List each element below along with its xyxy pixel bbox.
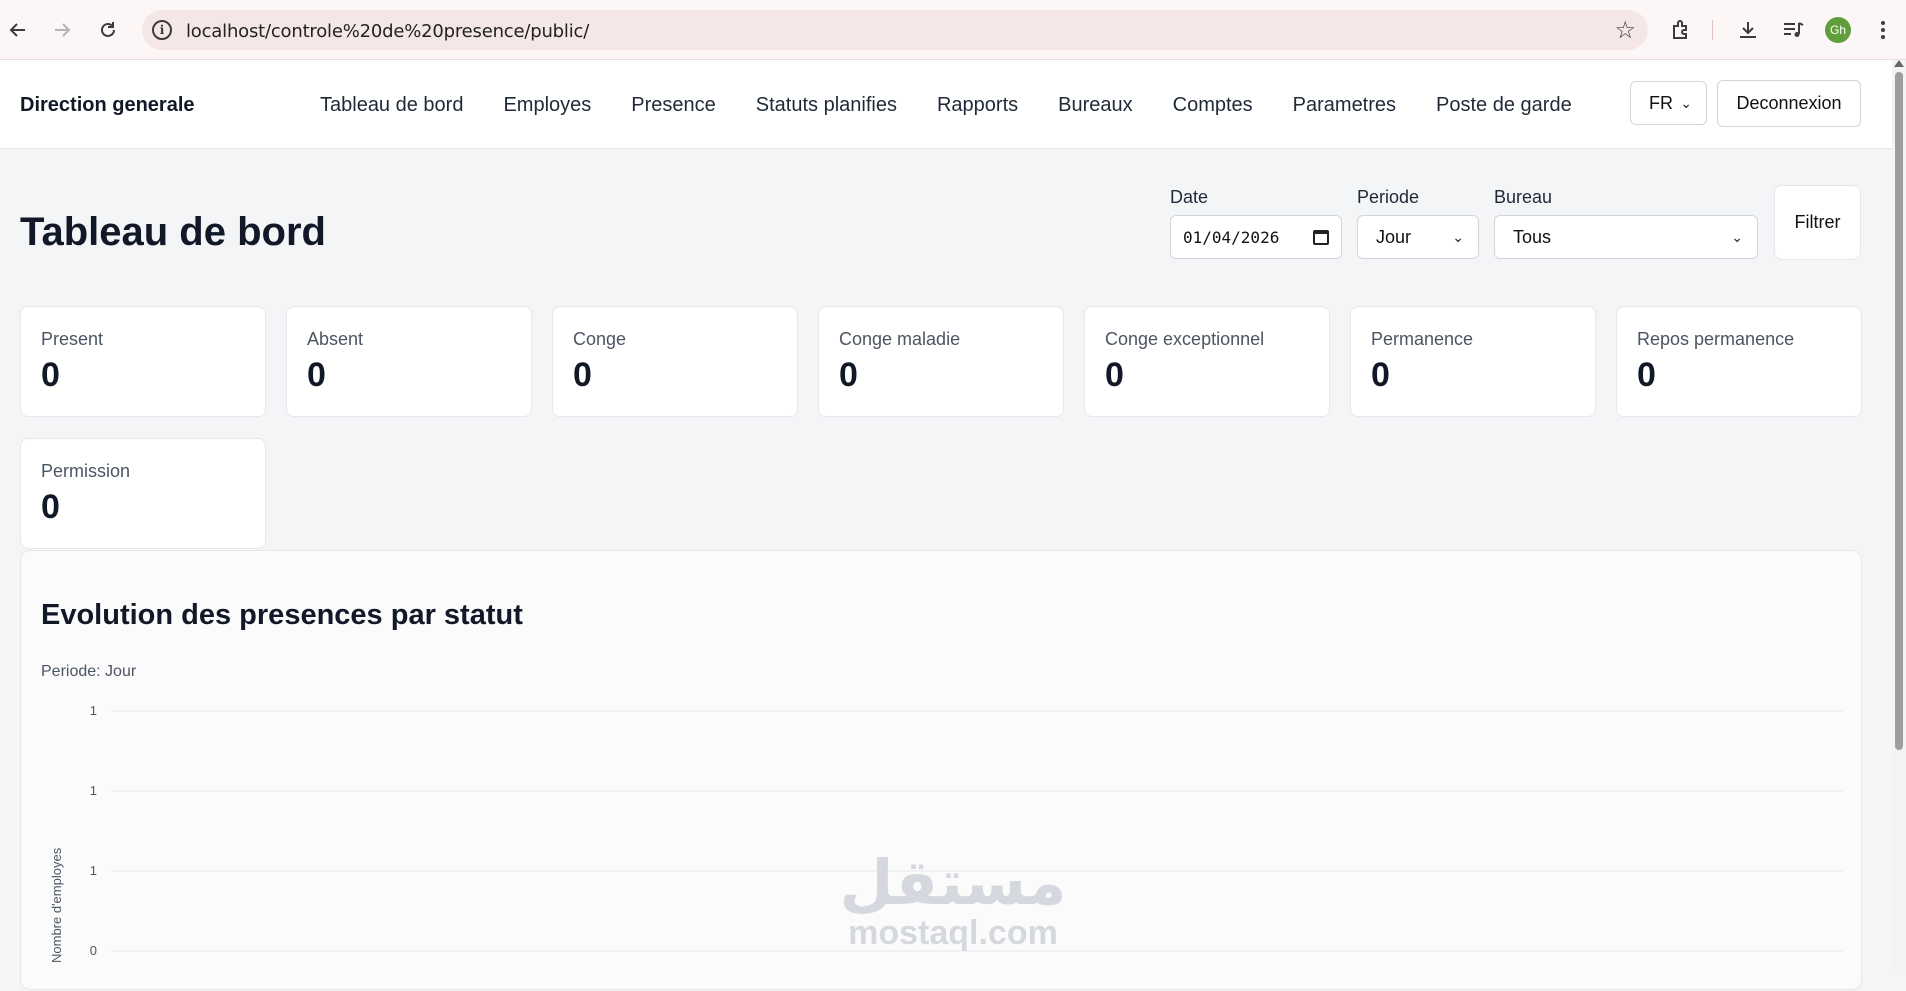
stat-value: 0 — [41, 356, 60, 394]
chart-y-tick-label: 1 — [90, 703, 97, 718]
period-value: Jour — [1376, 226, 1412, 247]
nav-item-employees[interactable]: Employes — [483, 94, 611, 117]
watermark-arabic: مستقل — [839, 846, 1067, 919]
stat-card-exceptional-leave: Conge exceptionnel 0 — [1084, 306, 1330, 417]
scroll-thumb[interactable] — [1895, 72, 1903, 750]
chart-y-tick-label: 1 — [90, 863, 97, 878]
period-filter: Periode Jour ⌄ — [1357, 187, 1479, 259]
office-select[interactable]: Tous ⌄ — [1494, 215, 1758, 259]
nav-item-settings[interactable]: Parametres — [1273, 94, 1416, 117]
date-filter: Date 01/04/2026 — [1170, 187, 1342, 259]
stat-label: Conge maladie — [839, 329, 961, 349]
period-label: Periode — [1357, 187, 1420, 207]
chart-y-tick-label: 1 — [90, 783, 97, 798]
url-text[interactable]: localhost/controle%20de%20presence/publi… — [186, 21, 589, 42]
stat-value: 0 — [573, 356, 592, 394]
browser-toolbar: i localhost/controle%20de%20presence/pub… — [0, 0, 1906, 60]
stat-value: 0 — [1637, 356, 1656, 394]
info-icon[interactable]: i — [152, 20, 172, 40]
stat-label: Conge exceptionnel — [1105, 329, 1265, 349]
stat-value: 0 — [1371, 356, 1390, 394]
calendar-icon[interactable] — [1313, 229, 1329, 245]
chart-y-axis-label: Nombre d'employes — [49, 847, 64, 963]
chevron-down-icon: ⌄ — [1680, 94, 1692, 111]
stat-card-leave: Conge 0 — [552, 306, 798, 417]
page-title: Tableau de bord — [20, 210, 326, 254]
nav-item-planned-statuses[interactable]: Statuts planifies — [736, 94, 917, 117]
nav-item-guard-post[interactable]: Poste de garde — [1416, 94, 1592, 117]
logout-button[interactable]: Deconnexion — [1717, 80, 1861, 127]
app-navbar: Direction generale Tableau de bord Emplo… — [0, 60, 1892, 149]
forward-icon[interactable] — [46, 14, 78, 46]
language-value: FR — [1649, 92, 1673, 113]
stat-card-sick-leave: Conge maladie 0 — [818, 306, 1064, 417]
office-label: Bureau — [1494, 187, 1553, 207]
chevron-down-icon: ⌄ — [1731, 228, 1743, 245]
extensions-icon[interactable] — [1666, 15, 1696, 45]
watermark-latin: mostaql.com — [848, 914, 1058, 952]
address-bar[interactable]: i localhost/controle%20de%20presence/pub… — [142, 10, 1648, 50]
stat-label: Present — [41, 329, 104, 349]
brand-title[interactable]: Direction generale — [20, 94, 195, 117]
date-value: 01/04/2026 — [1183, 227, 1280, 247]
page-scrollbar[interactable] — [1892, 60, 1906, 970]
back-icon[interactable] — [2, 14, 34, 46]
chevron-down-icon: ⌄ — [1452, 228, 1464, 245]
stat-label: Repos permanence — [1637, 329, 1795, 349]
stat-label: Permission — [41, 461, 131, 481]
stat-card-on-duty: Permanence 0 — [1350, 306, 1596, 417]
menu-icon[interactable] — [1868, 15, 1898, 45]
main-menu: Tableau de bord Employes Presence Statut… — [300, 94, 1592, 117]
nav-item-dashboard[interactable]: Tableau de bord — [300, 94, 483, 117]
nav-item-offices[interactable]: Bureaux — [1038, 94, 1153, 117]
stat-label: Absent — [307, 329, 364, 349]
stat-value: 0 — [839, 356, 858, 394]
office-filter: Bureau Tous ⌄ — [1494, 187, 1758, 259]
period-select[interactable]: Jour ⌄ — [1357, 215, 1479, 259]
chart-title: Evolution des presences par statut — [41, 599, 523, 631]
stat-card-present: Present 0 — [20, 306, 266, 417]
star-icon[interactable]: ☆ — [1614, 16, 1636, 45]
stat-value: 0 — [1105, 356, 1124, 394]
date-input[interactable]: 01/04/2026 — [1170, 215, 1342, 259]
stat-value: 0 — [41, 488, 60, 526]
download-icon[interactable] — [1733, 15, 1763, 45]
watermark: مستقل mostaql.com — [836, 846, 1070, 952]
scroll-up-icon[interactable] — [1894, 60, 1904, 67]
stat-label: Conge — [573, 329, 627, 349]
profile-avatar[interactable]: Gh — [1825, 17, 1851, 43]
date-label: Date — [1170, 187, 1209, 207]
stat-card-permission: Permission 0 — [20, 438, 266, 549]
filter-button[interactable]: Filtrer — [1774, 185, 1861, 260]
stat-value: 0 — [307, 356, 326, 394]
media-icon[interactable] — [1778, 15, 1808, 45]
stat-card-absent: Absent 0 — [286, 306, 532, 417]
reload-icon[interactable] — [92, 14, 124, 46]
language-select[interactable]: FR ⌄ — [1630, 81, 1707, 125]
office-value: Tous — [1513, 226, 1552, 247]
chart-subtitle: Periode: Jour — [41, 663, 137, 680]
toolbar-separator — [1712, 20, 1713, 40]
nav-item-reports[interactable]: Rapports — [917, 94, 1038, 117]
nav-item-accounts[interactable]: Comptes — [1153, 94, 1273, 117]
stat-card-duty-rest: Repos permanence 0 — [1616, 306, 1862, 417]
nav-item-presence[interactable]: Presence — [611, 94, 736, 117]
stat-label: Permanence — [1371, 329, 1474, 349]
chart-y-tick-label: 0 — [90, 943, 97, 958]
